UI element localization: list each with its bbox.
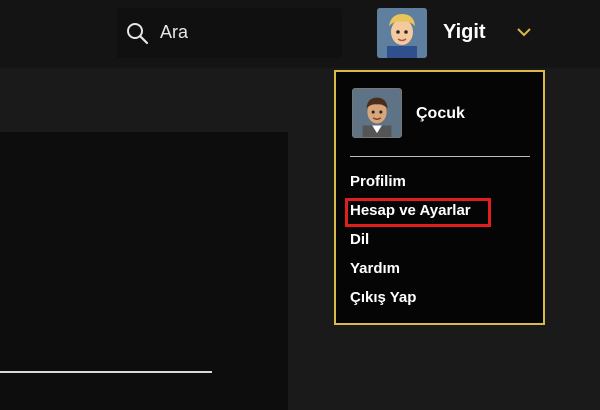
user-name[interactable]: Yigit [443, 21, 486, 44]
avatar[interactable] [352, 88, 402, 138]
avatar[interactable] [377, 8, 427, 58]
menu-item-cikis-yap[interactable]: Çıkış Yap [350, 289, 416, 306]
search-input[interactable]: Ara [160, 22, 188, 43]
top-bar: Ara Yigit [0, 0, 600, 68]
divider [350, 156, 530, 157]
menu-item-profilim[interactable]: Profilim [350, 173, 406, 190]
menu-item-yardim[interactable]: Yardım [350, 260, 400, 277]
progress-line [0, 371, 212, 373]
menu-item-dil[interactable]: Dil [350, 231, 369, 248]
profile-avatar-image [353, 89, 401, 137]
profile-dropdown-menu: Çocuk Profilim Hesap ve Ayarlar Dil Yard… [334, 70, 545, 325]
search-icon [127, 23, 149, 45]
user-avatar-image [377, 8, 427, 58]
chevron-down-icon[interactable] [515, 23, 533, 41]
search-box[interactable]: Ara [117, 8, 342, 58]
profile-name[interactable]: Çocuk [416, 105, 465, 123]
content-panel [0, 132, 288, 410]
highlight-box [345, 198, 491, 227]
